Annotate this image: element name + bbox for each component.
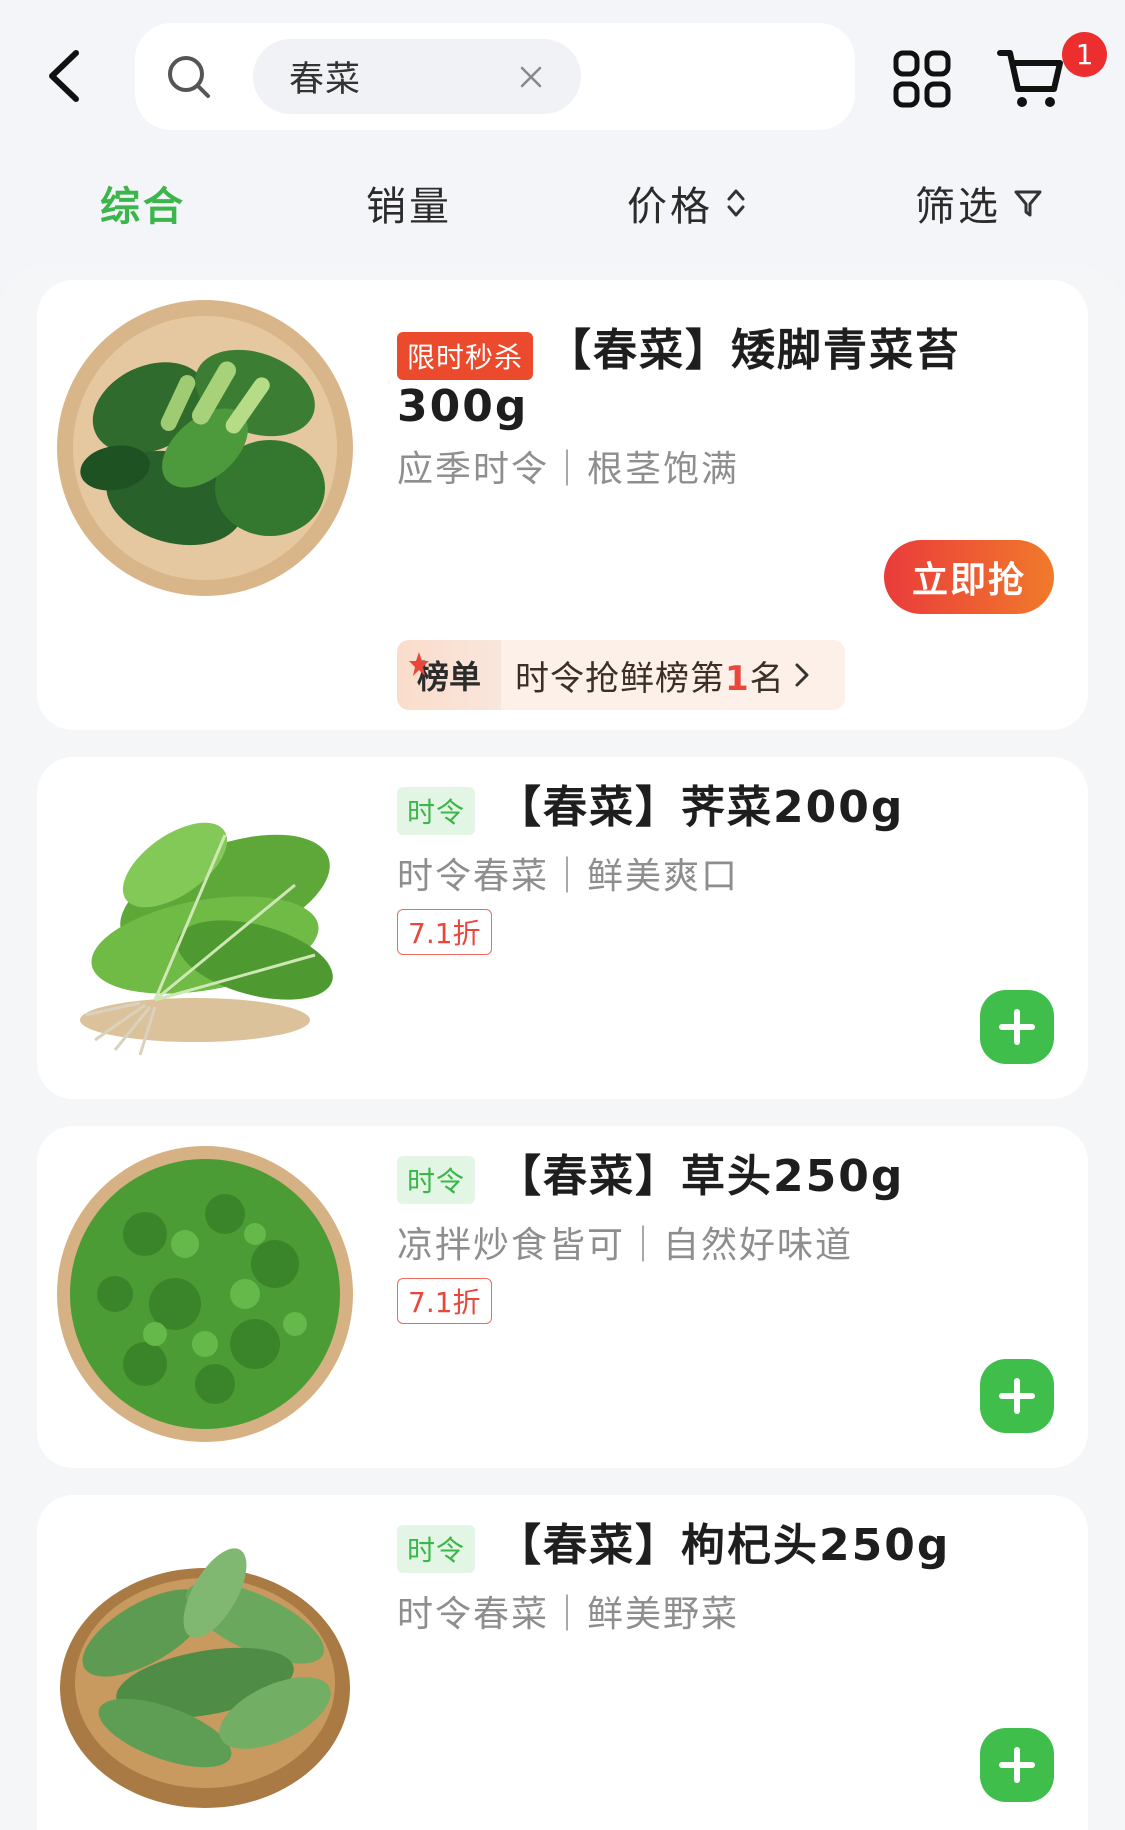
product-title-weight: 300g xyxy=(397,381,529,432)
product-image-wolfberry-shoots-basket xyxy=(60,1548,350,1808)
product-list: 限时秒杀 【春菜】矮脚青菜苔 300g 应季时令｜根茎饱满 立即抢 榜单 时令抢… xyxy=(0,265,1125,1830)
filter-icon xyxy=(1014,190,1042,217)
discount-badge: 7.1折 xyxy=(397,1278,492,1324)
search-icon xyxy=(168,56,210,98)
tab-price-label: 价格 xyxy=(627,184,713,230)
product-subtitle: 凉拌炒食皆可｜自然好味道 xyxy=(397,1225,854,1266)
product-card[interactable]: 限时秒杀 【春菜】矮脚青菜苔 300g 应季时令｜根茎饱满 立即抢 榜单 时令抢… xyxy=(37,280,1088,730)
add-to-cart-button[interactable] xyxy=(980,990,1054,1064)
plus-icon xyxy=(999,1747,1035,1783)
product-image-bur-clover-plate xyxy=(57,1146,353,1442)
search-keyword-chip[interactable]: 春菜 xyxy=(253,39,581,114)
cart-icon[interactable] xyxy=(996,45,1066,111)
tab-sales-label: 销量 xyxy=(366,184,452,230)
search-keyword: 春菜 xyxy=(289,60,362,100)
back-icon[interactable] xyxy=(40,45,90,107)
close-icon[interactable] xyxy=(519,65,543,89)
seasonal-tag: 时令 xyxy=(397,1525,476,1573)
ranking-text-suffix: 名 xyxy=(749,658,785,699)
product-image-shepherds-purse xyxy=(80,822,333,1056)
product-title: 【春菜】荠菜200g xyxy=(497,782,905,833)
product-subtitle: 时令春菜｜鲜美爽口 xyxy=(397,856,740,897)
flash-sale-tag: 限时秒杀 xyxy=(397,332,534,380)
search-input[interactable]: 春菜 xyxy=(135,23,855,130)
product-subtitle: 时令春菜｜鲜美野菜 xyxy=(397,1594,740,1635)
seasonal-tag: 时令 xyxy=(397,787,476,835)
product-card[interactable]: 时令 【春菜】枸杞头250g 时令春菜｜鲜美野菜 xyxy=(37,1495,1088,1830)
search-results-page: 春菜 1 综合 销量 价格 筛选 限时秒杀 【春菜】矮脚青菜苔 300g 应季时… xyxy=(0,0,1125,1830)
tab-comprehensive[interactable]: 综合 xyxy=(100,174,186,232)
chevron-right-icon xyxy=(795,663,809,687)
ranking-banner[interactable]: 榜单 时令抢鲜榜第1名 xyxy=(397,640,845,710)
product-image-greens-plate xyxy=(57,300,353,596)
sort-tabs: 综合 销量 价格 筛选 xyxy=(0,160,1125,245)
plus-icon xyxy=(999,1378,1035,1414)
seasonal-tag: 时令 xyxy=(397,1156,476,1204)
tab-price[interactable]: 价格 xyxy=(627,174,747,232)
top-bar: 春菜 1 xyxy=(0,0,1125,150)
discount-badge: 7.1折 xyxy=(397,909,492,955)
ranking-text-prefix: 时令抢鲜榜第 xyxy=(515,658,725,699)
ranking-text: 时令抢鲜榜第1名 xyxy=(515,651,785,700)
cart-count-badge: 1 xyxy=(1062,32,1107,77)
product-card[interactable]: 时令 【春菜】荠菜200g 时令春菜｜鲜美爽口 7.1折 xyxy=(37,757,1088,1099)
product-card[interactable]: 时令 【春菜】草头250g 凉拌炒食皆可｜自然好味道 7.1折 xyxy=(37,1126,1088,1468)
star-icon xyxy=(409,652,429,676)
sort-arrows-icon xyxy=(727,189,745,217)
product-title: 【春菜】矮脚青菜苔 xyxy=(547,325,961,376)
tab-sales[interactable]: 销量 xyxy=(366,174,452,232)
tab-filter-label: 筛选 xyxy=(915,184,1001,230)
ranking-label: 榜单 xyxy=(397,640,501,710)
add-to-cart-button[interactable] xyxy=(980,1728,1054,1802)
grid-view-icon[interactable] xyxy=(893,50,951,108)
add-to-cart-button[interactable] xyxy=(980,1359,1054,1433)
ranking-number: 1 xyxy=(725,658,750,699)
product-subtitle: 应季时令｜根茎饱满 xyxy=(397,449,740,490)
product-title: 【春菜】草头250g xyxy=(497,1151,905,1202)
tab-filter[interactable]: 筛选 xyxy=(915,174,1043,232)
product-title: 【春菜】枸杞头250g xyxy=(497,1520,951,1571)
tab-comprehensive-label: 综合 xyxy=(100,184,186,230)
buy-now-button[interactable]: 立即抢 xyxy=(884,540,1054,614)
plus-icon xyxy=(999,1009,1035,1045)
